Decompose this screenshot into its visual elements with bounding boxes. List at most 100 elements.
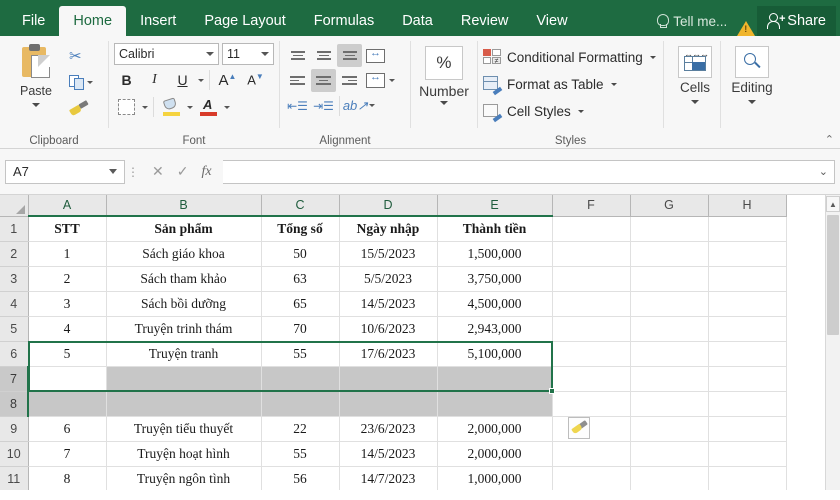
row-header-3[interactable]: 3 xyxy=(0,266,29,292)
column-header-b[interactable]: B xyxy=(106,195,262,217)
cell-A6[interactable]: 5 xyxy=(28,341,107,367)
cell-A11[interactable]: 8 xyxy=(28,466,107,490)
vertical-scrollbar[interactable]: ▲ xyxy=(825,195,840,490)
scrollbar-thumb[interactable] xyxy=(827,215,839,335)
column-header-f[interactable]: F xyxy=(552,195,631,217)
name-box[interactable]: A7 xyxy=(5,159,125,184)
cell-A9[interactable]: 6 xyxy=(28,416,107,442)
chevron-down-icon[interactable] xyxy=(610,82,617,86)
cell-H5[interactable] xyxy=(708,316,787,342)
wrap-text-button[interactable] xyxy=(363,44,388,67)
cell-F7[interactable] xyxy=(552,366,631,392)
number-dropdown-caret[interactable] xyxy=(439,101,448,105)
share-button[interactable]: + Share xyxy=(757,6,836,36)
enter-formula-button[interactable]: ✓ xyxy=(177,163,189,180)
row-header-8[interactable]: 8 xyxy=(0,391,29,417)
cell-H11[interactable] xyxy=(708,466,787,490)
cell-G6[interactable] xyxy=(630,341,709,367)
tab-page-layout[interactable]: Page Layout xyxy=(190,6,299,36)
cut-button[interactable]: ✂ xyxy=(67,45,95,68)
cell-E6[interactable]: 5,100,000 xyxy=(437,341,553,367)
chevron-down-icon[interactable] xyxy=(649,55,656,59)
align-left-button[interactable] xyxy=(285,69,310,92)
expand-formula-bar-button[interactable]: ⌄ xyxy=(819,165,828,178)
italic-button[interactable]: I xyxy=(142,68,167,92)
cell-B1[interactable]: Sản phẩm xyxy=(106,216,262,242)
cell-B8[interactable] xyxy=(106,391,262,417)
cell-E2[interactable]: 1,500,000 xyxy=(437,241,553,267)
column-header-d[interactable]: D xyxy=(339,195,438,217)
editing-dropdown-caret[interactable] xyxy=(748,100,756,104)
cell-C7[interactable] xyxy=(261,366,340,392)
decrease-indent-button[interactable]: ⇤☰ xyxy=(285,94,310,117)
cell-B11[interactable]: Truyện ngôn tình xyxy=(106,466,262,490)
paste-dropdown-caret[interactable] xyxy=(32,103,40,107)
cell-B9[interactable]: Truyện tiểu thuyết xyxy=(106,416,262,442)
cell-B6[interactable]: Truyện tranh xyxy=(106,341,262,367)
cell-C9[interactable]: 22 xyxy=(261,416,340,442)
cell-F2[interactable] xyxy=(552,241,631,267)
percent-style-button[interactable]: % xyxy=(424,46,463,80)
row-header-4[interactable]: 4 xyxy=(0,291,29,317)
cell-D3[interactable]: 5/5/2023 xyxy=(339,266,438,292)
cancel-formula-button[interactable]: ✕ xyxy=(152,163,164,180)
tell-me-box[interactable]: Tell me... xyxy=(648,6,735,36)
cell-D11[interactable]: 14/7/2023 xyxy=(339,466,438,490)
cell-C3[interactable]: 63 xyxy=(261,266,340,292)
cell-F5[interactable] xyxy=(552,316,631,342)
cell-F11[interactable] xyxy=(552,466,631,490)
selection-fill-handle[interactable] xyxy=(549,388,555,394)
row-header-1[interactable]: 1 xyxy=(0,216,29,242)
chevron-down-icon[interactable] xyxy=(577,109,584,113)
font-color-dropdown-caret[interactable] xyxy=(224,105,230,109)
cell-G7[interactable] xyxy=(630,366,709,392)
formula-input[interactable]: ⌄ xyxy=(222,159,835,184)
format-painter-button[interactable] xyxy=(67,97,95,120)
tab-file[interactable]: File xyxy=(8,6,59,36)
cell-H4[interactable] xyxy=(708,291,787,317)
cells-button[interactable]: ↔↔↔ Cells xyxy=(669,40,721,104)
cell-D4[interactable]: 14/5/2023 xyxy=(339,291,438,317)
cell-G3[interactable] xyxy=(630,266,709,292)
cell-F4[interactable] xyxy=(552,291,631,317)
paste-button[interactable]: Paste xyxy=(5,40,67,107)
cell-A5[interactable]: 4 xyxy=(28,316,107,342)
paste-options-button[interactable] xyxy=(568,417,590,439)
column-header-h[interactable]: H xyxy=(708,195,787,217)
copy-dropdown-caret[interactable] xyxy=(87,81,93,84)
tab-data[interactable]: Data xyxy=(388,6,447,36)
tab-review[interactable]: Review xyxy=(447,6,523,36)
merge-center-button[interactable] xyxy=(363,69,388,92)
cell-D8[interactable] xyxy=(339,391,438,417)
cell-C1[interactable]: Tổng số xyxy=(261,216,340,242)
column-header-g[interactable]: G xyxy=(630,195,709,217)
cell-D1[interactable]: Ngày nhập xyxy=(339,216,438,242)
cell-A3[interactable]: 2 xyxy=(28,266,107,292)
align-right-button[interactable] xyxy=(337,69,362,92)
cell-G1[interactable] xyxy=(630,216,709,242)
fill-color-button[interactable] xyxy=(159,95,184,119)
align-center-button[interactable] xyxy=(311,69,336,92)
cell-C2[interactable]: 50 xyxy=(261,241,340,267)
middle-align-button[interactable] xyxy=(311,44,336,67)
row-header-10[interactable]: 10 xyxy=(0,441,29,467)
shrink-font-button[interactable]: A▼ xyxy=(243,68,268,92)
tab-home[interactable]: Home xyxy=(59,6,127,36)
cell-C10[interactable]: 55 xyxy=(261,441,340,467)
cell-H9[interactable] xyxy=(708,416,787,442)
orientation-button[interactable]: ab↗ xyxy=(343,94,368,117)
tab-view[interactable]: View xyxy=(522,6,581,36)
editing-button[interactable]: Editing xyxy=(726,40,778,104)
cell-B5[interactable]: Truyện trinh thám xyxy=(106,316,262,342)
select-all-corner[interactable] xyxy=(0,195,29,217)
cell-E10[interactable]: 2,000,000 xyxy=(437,441,553,467)
cell-E11[interactable]: 1,000,000 xyxy=(437,466,553,490)
cell-G8[interactable] xyxy=(630,391,709,417)
underline-dropdown-caret[interactable] xyxy=(198,78,204,82)
cell-E5[interactable]: 2,943,000 xyxy=(437,316,553,342)
column-header-e[interactable]: E xyxy=(437,195,553,217)
cell-E7[interactable] xyxy=(437,366,553,392)
cell-D9[interactable]: 23/6/2023 xyxy=(339,416,438,442)
cell-B7[interactable] xyxy=(106,366,262,392)
cell-B2[interactable]: Sách giáo khoa xyxy=(106,241,262,267)
